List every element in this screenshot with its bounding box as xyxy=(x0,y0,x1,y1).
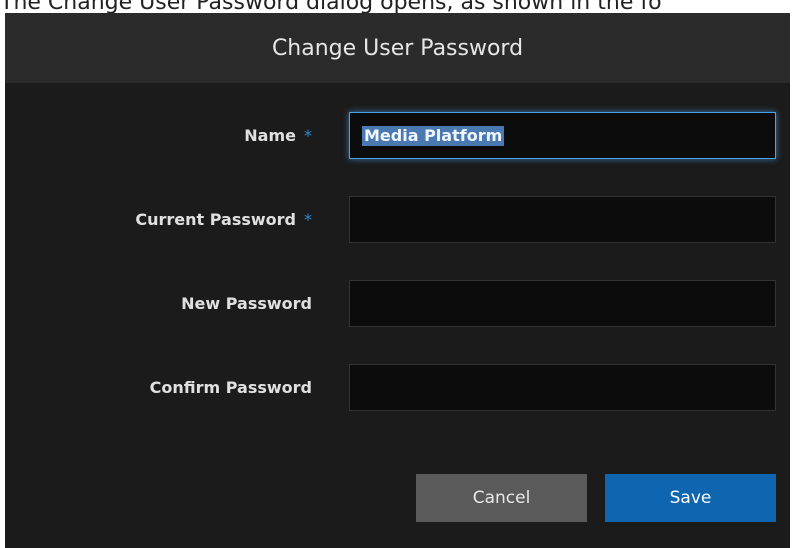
required-asterisk: * xyxy=(304,126,312,145)
dialog-title: Change User Password xyxy=(271,35,524,61)
confirm-password-label: Confirm Password xyxy=(150,364,312,411)
new-password-input[interactable] xyxy=(349,280,776,327)
confirm-password-input[interactable] xyxy=(349,364,776,411)
current-password-row: Current Password * xyxy=(5,196,790,243)
document-caption: The Change User Password dialog opens, a… xyxy=(0,0,662,14)
new-password-label-text: New Password xyxy=(181,294,312,313)
current-password-label: Current Password * xyxy=(135,196,312,243)
confirm-password-label-text: Confirm Password xyxy=(149,378,312,397)
name-input-value: Media Platform xyxy=(362,126,505,146)
name-label: Name * xyxy=(244,112,312,159)
name-label-text: Name xyxy=(244,126,296,145)
dialog-header: Change User Password xyxy=(5,13,790,83)
save-button[interactable]: Save xyxy=(605,474,776,522)
current-password-input[interactable] xyxy=(349,196,776,243)
cancel-button[interactable]: Cancel xyxy=(416,474,587,522)
current-password-label-text: Current Password xyxy=(135,210,296,229)
required-asterisk: * xyxy=(304,210,312,229)
new-password-row: New Password xyxy=(5,280,790,327)
name-row: Name * Media Platform xyxy=(5,112,790,159)
new-password-label: New Password xyxy=(181,280,312,327)
name-input[interactable]: Media Platform xyxy=(349,112,776,159)
confirm-password-row: Confirm Password xyxy=(5,364,790,411)
change-password-dialog: Change User Password Name * Media Platfo… xyxy=(5,13,790,548)
